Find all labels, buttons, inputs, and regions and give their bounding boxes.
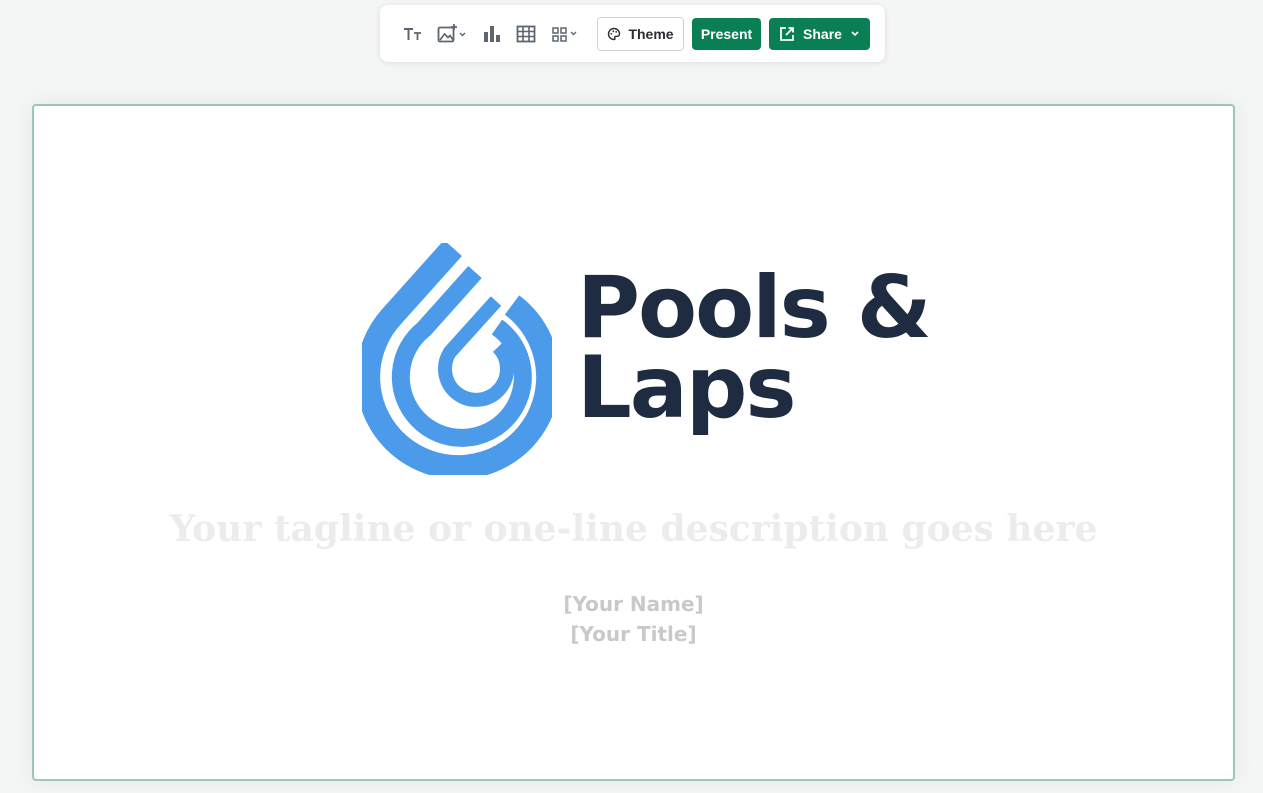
- palette-icon: [608, 27, 621, 41]
- theme-label: Theme: [628, 26, 674, 42]
- present-label: Present: [700, 26, 753, 42]
- presenter-block[interactable]: [Your Name] [Your Title]: [34, 589, 1233, 649]
- chevron-down-icon[interactable]: [850, 30, 860, 38]
- share-label: Share: [803, 26, 842, 42]
- presenter-title: [Your Title]: [570, 622, 697, 646]
- editor-toolbar: Theme Present Share: [380, 5, 885, 62]
- bar-chart-icon[interactable]: [482, 22, 502, 46]
- slide-canvas[interactable]: Pools & Laps Your tagline or one-line de…: [32, 104, 1235, 781]
- water-drop-logo-icon: [362, 243, 552, 475]
- brand-wordmark: Pools & Laps: [577, 258, 932, 438]
- tagline-text[interactable]: Your tagline or one-line description goe…: [34, 508, 1233, 550]
- share-button[interactable]: Share: [769, 18, 870, 50]
- insert-element-icon[interactable]: [551, 22, 581, 46]
- external-link-icon: [780, 27, 794, 41]
- present-button[interactable]: Present: [692, 18, 761, 50]
- presenter-name: [Your Name]: [563, 592, 704, 616]
- brand-line-1: Pools &: [577, 258, 932, 358]
- text-style-icon[interactable]: [402, 22, 424, 46]
- insert-image-icon[interactable]: [437, 22, 467, 46]
- table-icon[interactable]: [516, 22, 536, 46]
- theme-button[interactable]: Theme: [597, 17, 684, 51]
- brand-line-2: Laps: [577, 338, 797, 438]
